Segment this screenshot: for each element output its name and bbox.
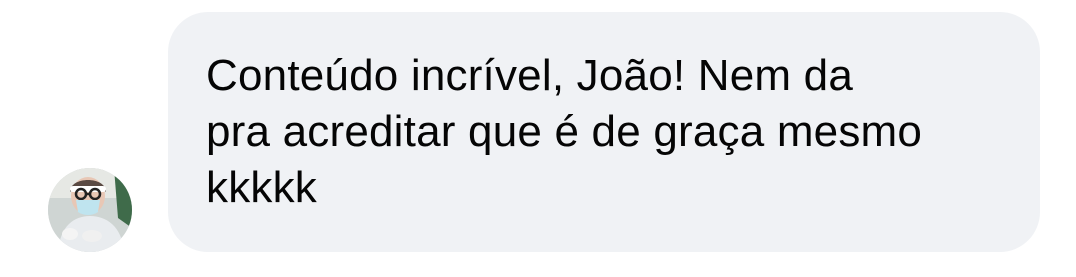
comment-text: Conteúdo incrível, João! Nem da pra acre…: [206, 51, 923, 212]
avatar[interactable]: [48, 168, 132, 252]
comment-bubble: Conteúdo incrível, João! Nem da pra acre…: [168, 12, 1040, 252]
user-avatar-photo-icon: [48, 168, 132, 252]
